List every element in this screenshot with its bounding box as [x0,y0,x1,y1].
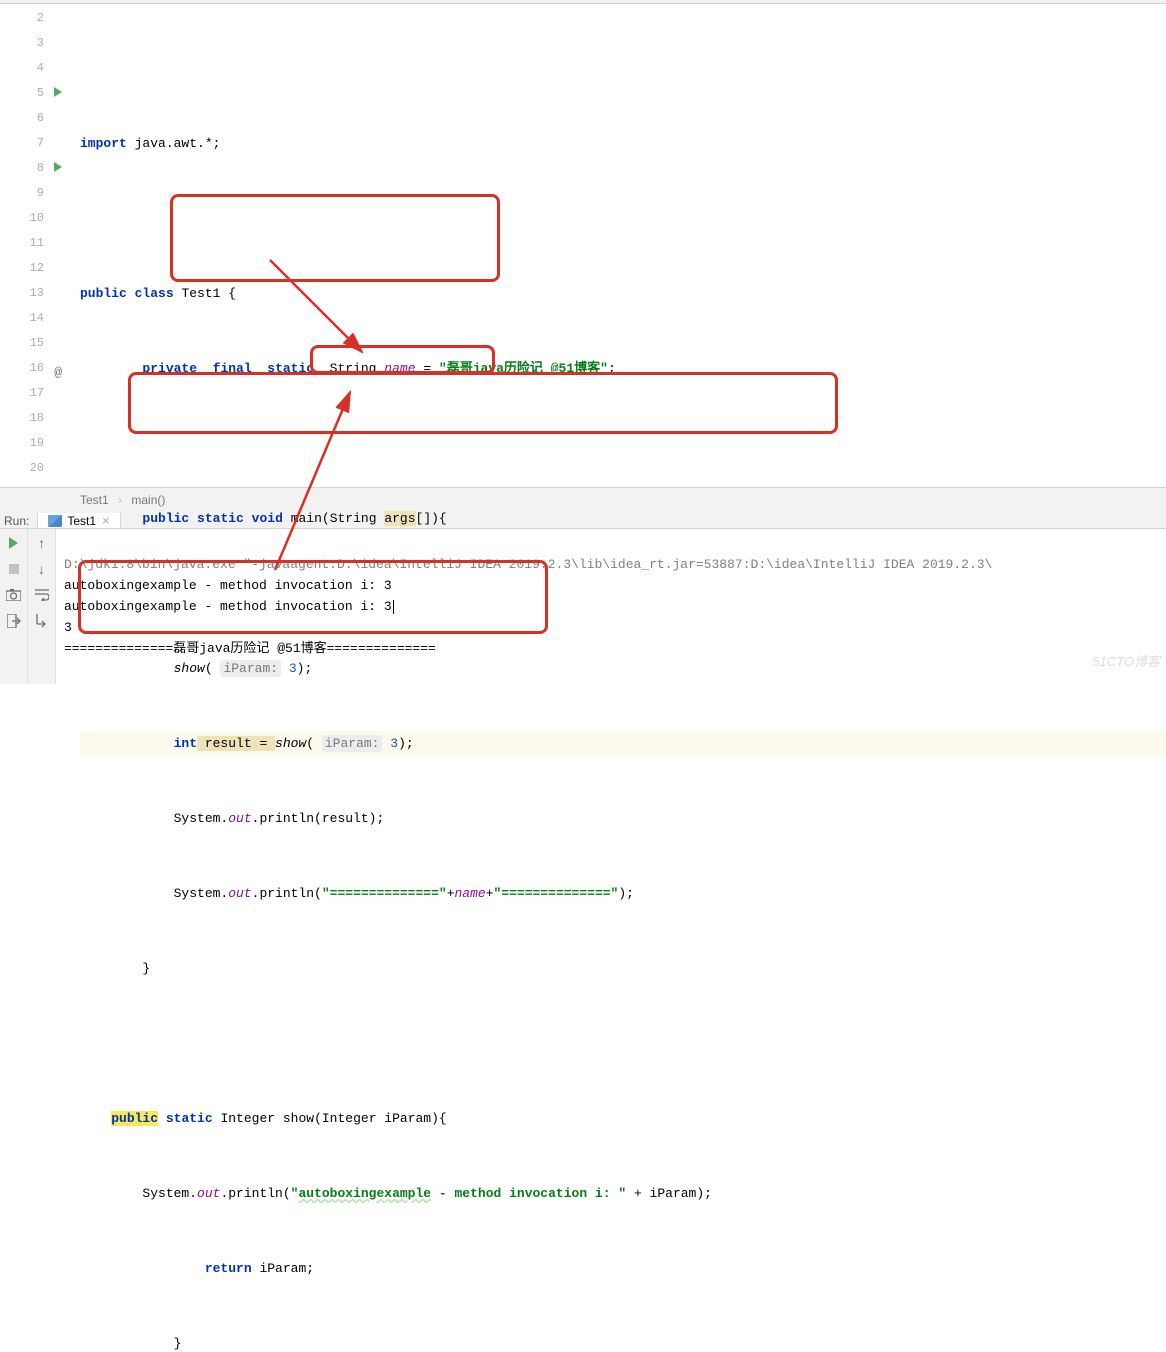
line-number: 6 [0,106,44,131]
line-number: 16@ [0,356,44,381]
camera-icon[interactable] [6,587,22,603]
line-number: 2 [0,6,44,31]
run-toolbar-left [0,529,28,684]
line-number: 18 [0,406,44,431]
line-number: 13 [0,281,44,306]
line-number: 8 [0,156,44,181]
line-number: 17 [0,381,44,406]
line-number-gutter: 2 3 4 5 6 7 8 9 10 11 12 13 14 15 16@ 17… [0,4,68,487]
line-number: 7 [0,131,44,156]
run-class-icon[interactable] [54,87,62,97]
line-number: 3 [0,31,44,56]
code-editor[interactable]: import java.awt.*; public class Test1 { … [68,4,1166,487]
run-label: Run: [0,513,38,528]
line-number: 15 [0,331,44,356]
line-number: 14 [0,306,44,331]
exit-icon[interactable] [6,613,22,629]
editor-area: 2 3 4 5 6 7 8 9 10 11 12 13 14 15 16@ 17… [0,4,1166,488]
run-config-icon [48,515,62,527]
console-line: 3 [64,620,72,635]
line-number: 10 [0,206,44,231]
watermark: 51CTO博客 [1092,651,1160,670]
run-main-icon[interactable] [54,162,62,172]
line-number: 4 [0,56,44,81]
line-number: 5 [0,81,44,106]
wrap-icon[interactable] [34,587,50,603]
down-arrow-icon[interactable]: ↓ [34,561,50,577]
line-number: 9 [0,181,44,206]
override-icon[interactable]: @ [54,360,62,385]
line-number: 11 [0,231,44,256]
line-number: 20 [0,456,44,481]
scroll-to-end-icon[interactable] [34,613,50,629]
stop-icon[interactable] [6,561,22,577]
run-toolbar-col2: ↑ ↓ [28,529,56,684]
line-number: 19 [0,431,44,456]
line-number: 12 [0,256,44,281]
rerun-icon[interactable] [6,535,22,551]
up-arrow-icon[interactable]: ↑ [34,535,50,551]
